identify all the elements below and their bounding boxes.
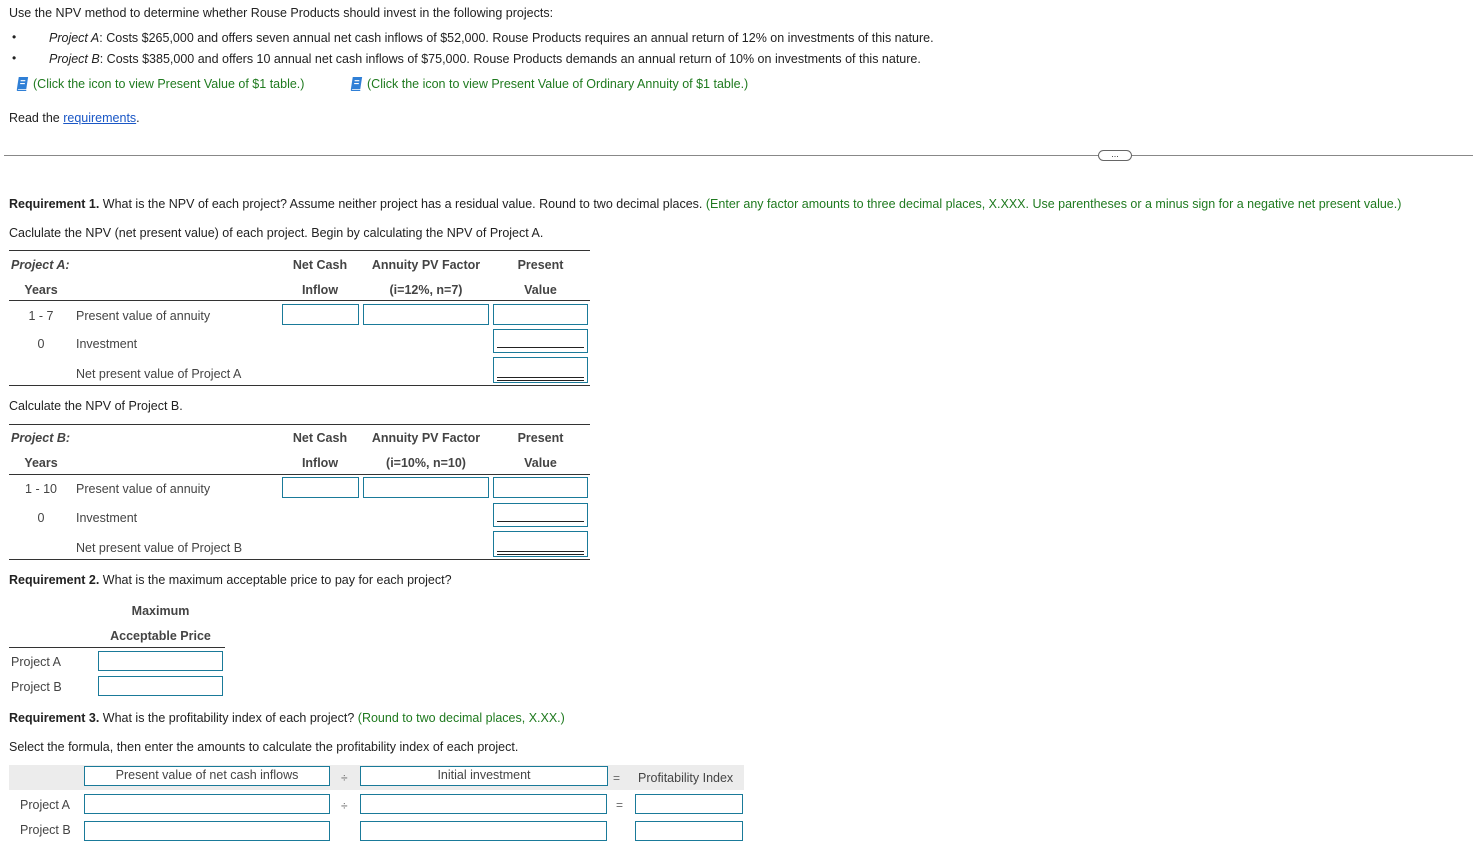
inflow-header: Inflow	[301, 456, 339, 470]
project-a-label: Project A	[49, 31, 100, 45]
row-label: Investment	[76, 511, 138, 525]
value-header: Value	[524, 283, 557, 297]
project-a-profitability-index-input[interactable]	[635, 794, 743, 814]
header-rule	[9, 474, 590, 475]
project-a-numerator-input[interactable]	[84, 794, 330, 814]
read-prefix: Read the	[9, 111, 64, 125]
bullet-icon: •	[12, 30, 17, 44]
book-icon[interactable]	[349, 76, 364, 91]
annuity-table-link[interactable]: (Click the icon to view Present Value of…	[349, 76, 748, 91]
acceptable-price-header: Acceptable Price	[110, 629, 211, 643]
divide-sign: ÷	[341, 799, 348, 813]
project-a-net-cash-inflow-input[interactable]	[282, 304, 359, 325]
annuity-factor-header: Annuity PV Factor	[371, 258, 481, 272]
project-b-table-label: Project B:	[11, 431, 71, 445]
requirement-3-label: Requirement 3.	[9, 711, 100, 725]
requirement-3-title: Requirement 3. What is the profitability…	[9, 711, 565, 725]
section-divider	[4, 155, 1473, 156]
header-rule	[9, 300, 590, 301]
project-a-investment-input[interactable]	[493, 329, 588, 353]
project-b-text: : Costs $385,000 and offers 10 annual ne…	[99, 52, 921, 66]
project-b-annuity-factor-input[interactable]	[363, 477, 489, 498]
project-a-table-label: Project A:	[11, 258, 70, 272]
row-label: Investment	[76, 337, 138, 351]
present-header: Present	[517, 258, 564, 272]
annuity-factor-header: Annuity PV Factor	[371, 431, 481, 445]
years-header: Years	[24, 456, 58, 470]
requirement-1-title: Requirement 1. What is the NPV of each p…	[9, 197, 1401, 211]
years-header: Years	[24, 283, 58, 297]
project-b-label: Project B	[11, 680, 62, 694]
project-a-denominator-input[interactable]	[360, 794, 607, 814]
net-cash-header: Net Cash	[292, 431, 348, 445]
project-b-profitability-index-input[interactable]	[635, 821, 743, 841]
header-rule	[9, 647, 225, 648]
requirement-2-label: Requirement 2.	[9, 573, 100, 587]
denominator-formula-select[interactable]: Initial investment	[360, 766, 608, 786]
project-b-net-cash-inflow-input[interactable]	[282, 477, 359, 498]
project-a-pv-annuity-input[interactable]	[493, 304, 588, 325]
project-a-description: Project A: Costs $265,000 and offers sev…	[49, 31, 934, 45]
inflow-header: Inflow	[301, 283, 339, 297]
requirements-link[interactable]: requirements	[63, 111, 136, 125]
problem-prompt: Use the NPV method to determine whether …	[9, 6, 554, 20]
requirement-2-text: What is the maximum acceptable price to …	[99, 573, 452, 587]
project-a-label: Project A	[20, 798, 71, 812]
read-suffix: .	[136, 111, 140, 125]
equals-sign: =	[616, 798, 624, 812]
book-icon[interactable]	[15, 76, 30, 91]
requirement-1-instruction: (Enter any factor amounts to three decim…	[702, 197, 1402, 211]
requirement-1-label: Requirement 1.	[9, 197, 100, 211]
requirement-3-instruction: (Round to two decimal places, X.XX.)	[354, 711, 565, 725]
divide-sign: ÷	[341, 771, 348, 785]
project-a-npv-input[interactable]	[493, 357, 588, 383]
row-label: Net present value of Project A	[76, 367, 242, 381]
pv-table-link[interactable]: (Click the icon to view Present Value of…	[15, 76, 304, 91]
row-label: Present value of annuity	[76, 482, 211, 496]
project-b-denominator-input[interactable]	[360, 821, 607, 841]
project-a-intro: Caclulate the NPV (net present value) of…	[9, 226, 544, 240]
project-b-label: Project B	[49, 52, 100, 66]
present-header: Present	[517, 431, 564, 445]
project-b-description: Project B: Costs $385,000 and offers 10 …	[49, 52, 921, 66]
annuity-factor-rate-header: (i=12%, n=7)	[389, 283, 463, 297]
row-label: Present value of annuity	[76, 309, 211, 323]
bullet-icon: •	[12, 51, 17, 65]
years-cell: 1 - 7	[28, 309, 54, 323]
project-b-max-price-input[interactable]	[98, 676, 223, 696]
more-options-button[interactable]: ...	[1098, 150, 1132, 161]
value-header: Value	[524, 456, 557, 470]
requirement-2-title: Requirement 2. What is the maximum accep…	[9, 573, 452, 587]
annuity-table-link-text[interactable]: (Click the icon to view Present Value of…	[367, 77, 748, 91]
project-b-numerator-input[interactable]	[84, 821, 330, 841]
project-b-label: Project B	[20, 823, 71, 837]
project-b-pv-annuity-input[interactable]	[493, 477, 588, 498]
table-bottom-rule	[9, 559, 590, 560]
table-top-rule	[9, 424, 590, 425]
read-requirements: Read the requirements.	[9, 111, 140, 125]
years-cell: 0	[37, 337, 45, 351]
table-top-rule	[9, 250, 590, 251]
pv-table-link-text[interactable]: (Click the icon to view Present Value of…	[33, 77, 304, 91]
net-cash-header: Net Cash	[292, 258, 348, 272]
maximum-header: Maximum	[131, 604, 190, 618]
project-b-intro: Calculate the NPV of Project B.	[9, 399, 183, 413]
project-a-text: : Costs $265,000 and offers seven annual…	[99, 31, 934, 45]
requirement-3-intro: Select the formula, then enter the amoun…	[9, 740, 519, 754]
numerator-formula-select[interactable]: Present value of net cash inflows	[84, 766, 330, 786]
row-label: Net present value of Project B	[76, 541, 243, 555]
requirement-3-text: What is the profitability index of each …	[99, 711, 355, 725]
project-b-investment-input[interactable]	[493, 503, 588, 527]
equals-sign: =	[613, 771, 621, 785]
requirement-1-text: What is the NPV of each project? Assume …	[99, 197, 703, 211]
years-cell: 1 - 10	[25, 482, 57, 496]
project-a-annuity-factor-input[interactable]	[363, 304, 489, 325]
table-bottom-rule	[9, 385, 590, 386]
years-cell: 0	[37, 511, 45, 525]
annuity-factor-rate-header: (i=10%, n=10)	[386, 456, 466, 470]
project-a-label: Project A	[11, 655, 62, 669]
project-a-max-price-input[interactable]	[98, 651, 223, 671]
profitability-index-header: Profitability Index	[638, 771, 734, 785]
project-b-npv-input[interactable]	[493, 531, 588, 557]
